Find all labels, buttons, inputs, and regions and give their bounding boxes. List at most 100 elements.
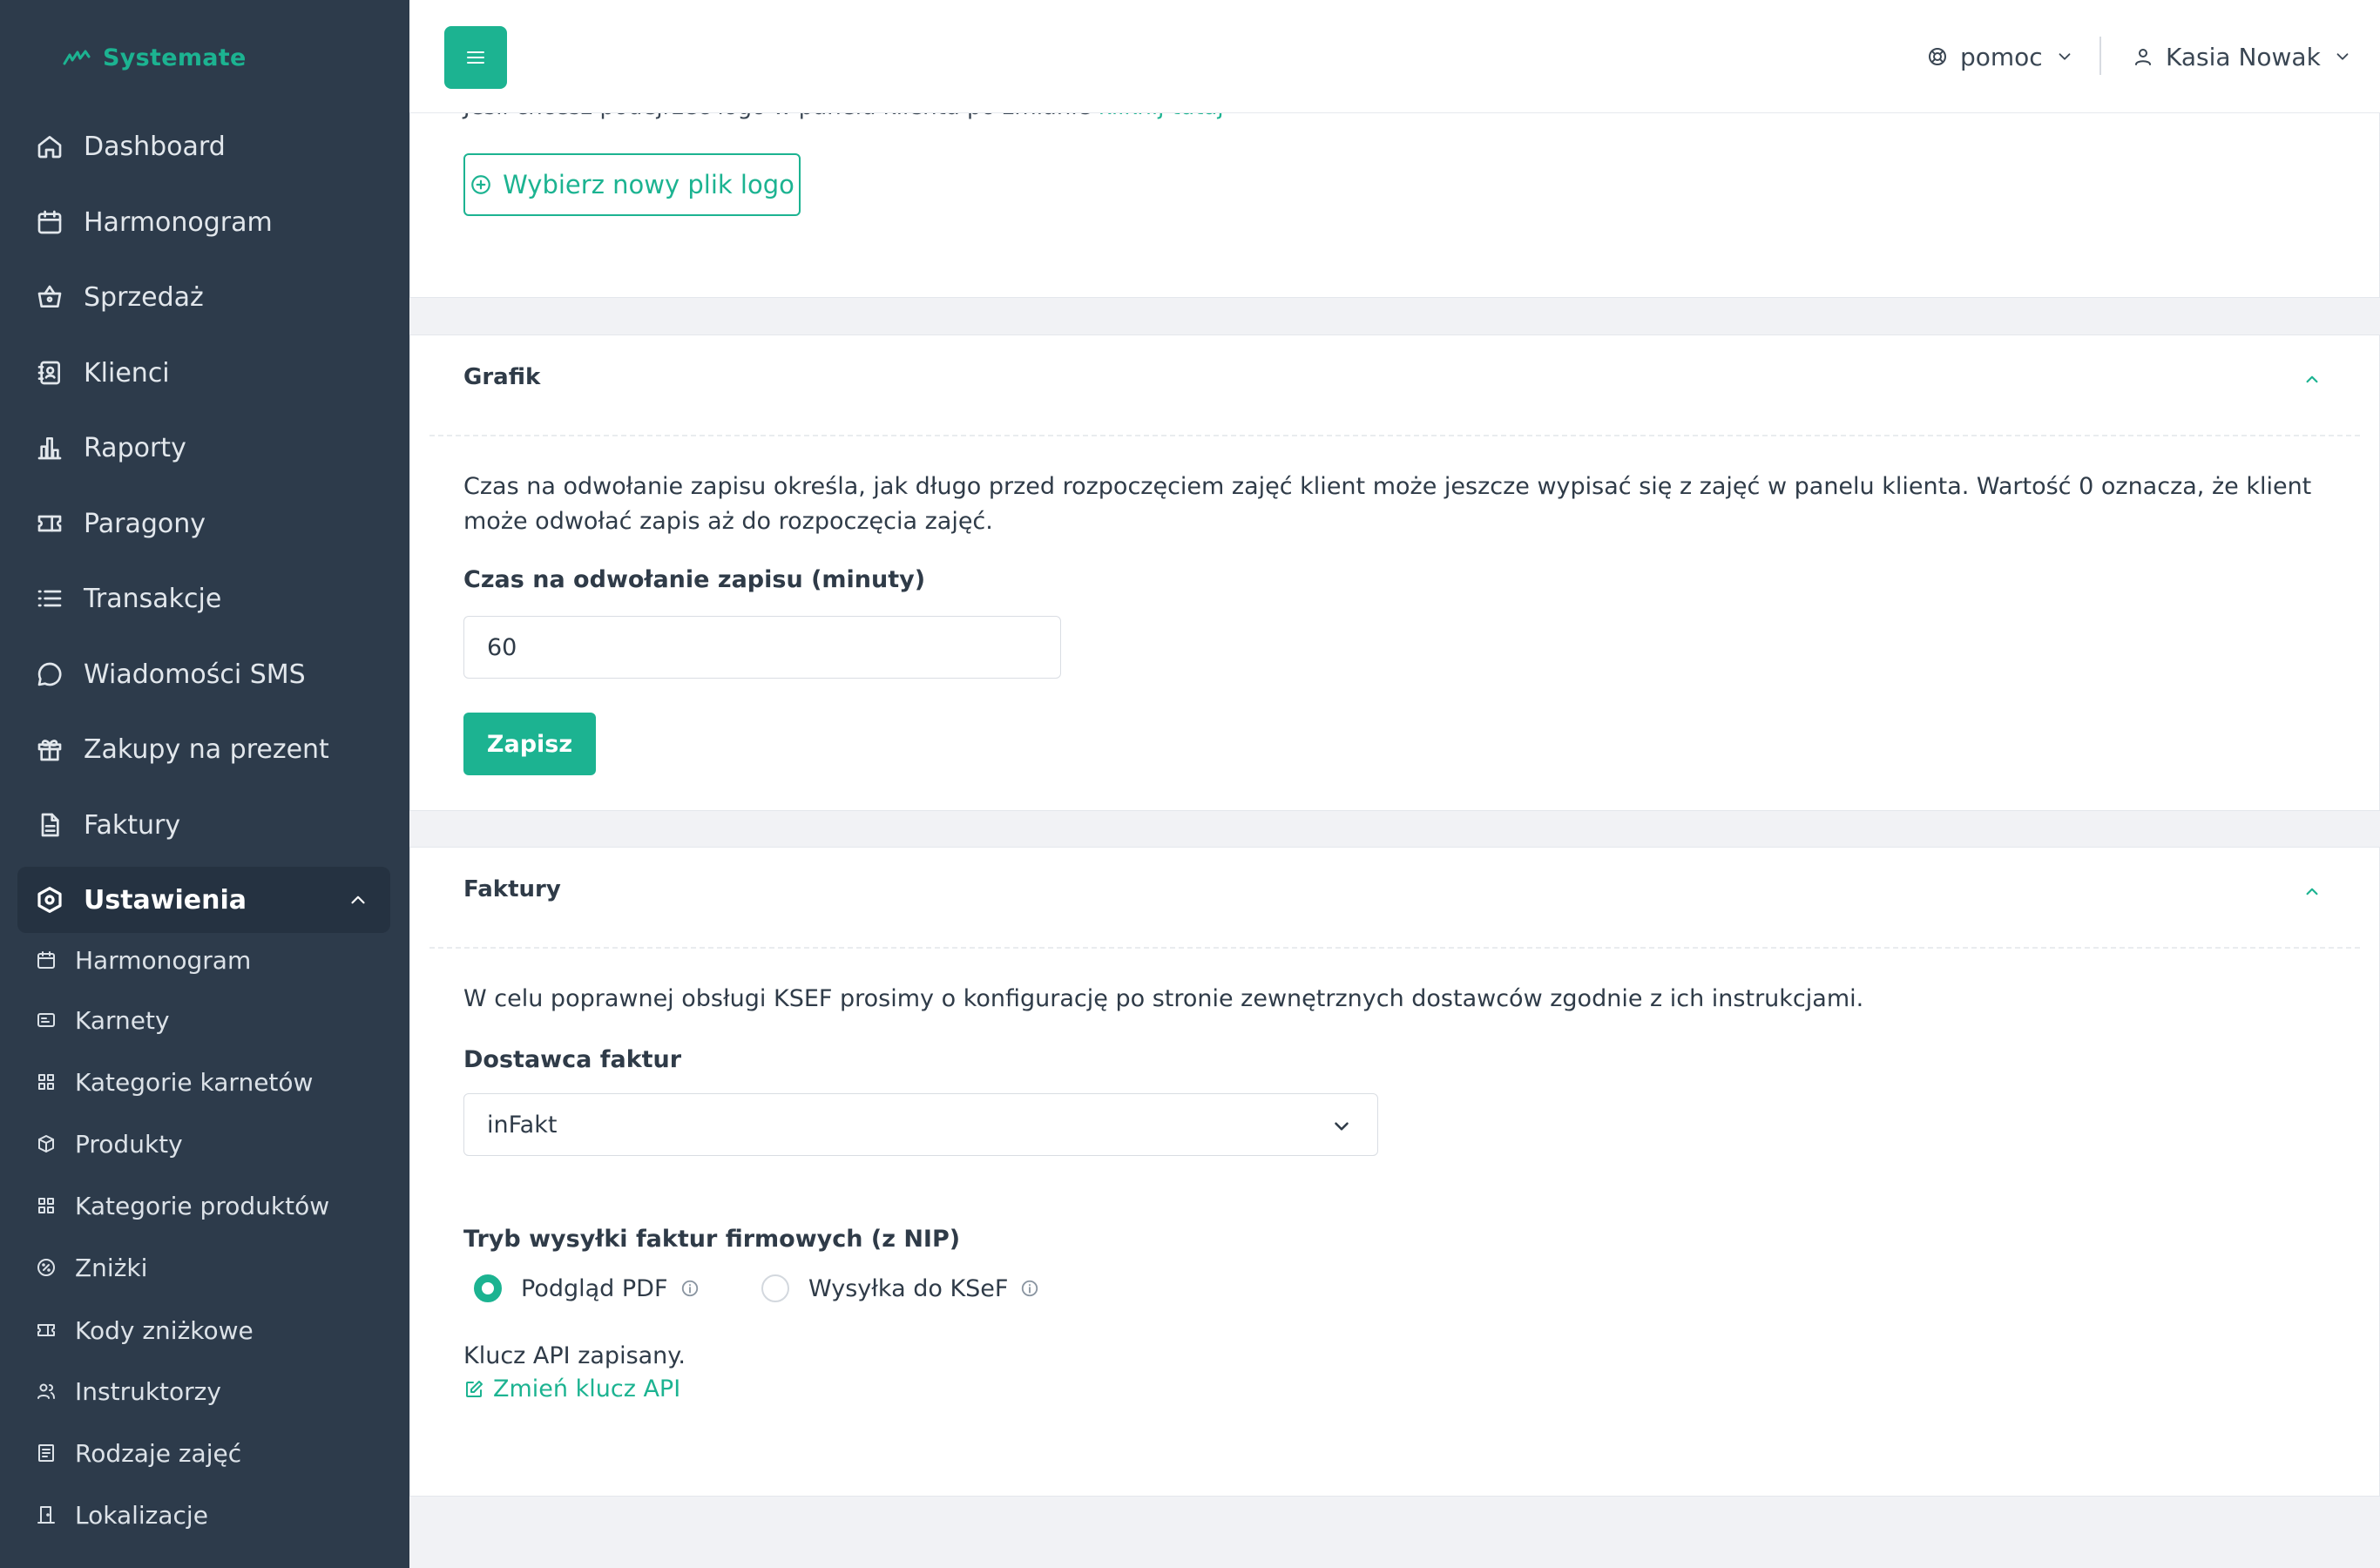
- user-icon: [2135, 49, 2151, 65]
- sidebar-item-label: Dashboard: [84, 131, 226, 162]
- chevron-down-icon: [1330, 1115, 1353, 1144]
- card-divider: [429, 435, 2360, 436]
- basket-icon: [35, 282, 64, 312]
- cancellation-time-input[interactable]: 60: [463, 616, 1061, 679]
- sidebar-item-label: Raporty: [84, 432, 186, 463]
- chevron-down-icon: [2336, 53, 2349, 60]
- sidebar-subitem-label: Produkty: [75, 1129, 183, 1159]
- provider-selected-value: inFakt: [487, 1111, 558, 1139]
- sidebar-item-klienci[interactable]: Klienci: [17, 340, 390, 406]
- sidebar-subitem-label: Kategorie karnetów: [75, 1067, 314, 1097]
- sidebar-subitem-rodzaje-zajec[interactable]: Rodzaje zajęć: [35, 1429, 392, 1477]
- send-mode-label: Tryb wysyłki faktur firmowych (z NIP): [463, 1226, 961, 1253]
- document-icon: [35, 810, 64, 840]
- grafik-card: Grafik Czas na odwołanie zapisu określa,…: [409, 335, 2380, 811]
- logo-settings-card: Jeśli chcesz podejrzeć logo w panelu kli…: [409, 113, 2380, 298]
- radio-option-pdf[interactable]: Podgląd PDF: [474, 1271, 700, 1306]
- sidebar-item-wiadomosci-sms[interactable]: Wiadomości SMS: [17, 641, 390, 707]
- sidebar-subitem-label: Lokalizacje: [75, 1500, 208, 1530]
- sidebar-item-raporty[interactable]: Raporty: [17, 415, 390, 481]
- user-name: Kasia Nowak: [2166, 42, 2321, 71]
- sidebar-subitem-produkty[interactable]: Produkty: [35, 1120, 392, 1167]
- sidebar-subitem-label: Instruktorzy: [75, 1376, 221, 1406]
- sidebar-subitem-label: Zniżki: [75, 1253, 148, 1282]
- ticket-icon: [35, 1319, 57, 1342]
- door-icon: [35, 1504, 57, 1526]
- sidebar-subitem-instruktorzy[interactable]: Instruktorzy: [35, 1368, 392, 1415]
- sidebar-subitem-karnety[interactable]: Karnety: [35, 997, 392, 1044]
- edit-icon: [466, 1380, 483, 1397]
- users-icon: [35, 1380, 57, 1402]
- sidebar: Systemate Dashboard Harmonogram Sprzedaż…: [0, 0, 409, 1568]
- contacts-icon: [35, 358, 64, 388]
- cancellation-description: Czas na odwołanie zapisu określa, jak dł…: [463, 473, 2312, 535]
- hamburger-icon: [467, 51, 484, 64]
- sidebar-item-zakupy-na-prezent[interactable]: Zakupy na prezent: [17, 716, 390, 782]
- sidebar-subitem-label: Kategorie produktów: [75, 1191, 330, 1220]
- change-api-key-link[interactable]: Zmień klucz API: [463, 1375, 680, 1402]
- sidebar-subitem-kategorie-produktow[interactable]: Kategorie produktów: [35, 1182, 392, 1229]
- plus-circle-icon: [471, 175, 490, 194]
- brand-name: Systemate: [103, 44, 247, 71]
- provider-select[interactable]: inFakt: [463, 1093, 1378, 1156]
- user-menu[interactable]: Kasia Nowak: [2133, 40, 2352, 73]
- chevron-up-icon: [347, 888, 369, 918]
- systemate-logo-icon: [63, 50, 91, 65]
- sidebar-item-harmonogram[interactable]: Harmonogram: [17, 189, 390, 255]
- grafik-card-title: Grafik: [463, 364, 541, 390]
- help-menu[interactable]: pomoc: [1927, 40, 2074, 73]
- cancellation-time-label: Czas na odwołanie zapisu (minuty): [463, 566, 926, 593]
- sidebar-subitem-lokalizacje[interactable]: Lokalizacje: [35, 1491, 392, 1538]
- chat-icon: [35, 659, 64, 689]
- list-icon: [35, 584, 64, 613]
- radio-button-unchecked[interactable]: [761, 1274, 789, 1302]
- faktury-card-title: Faktury: [463, 876, 561, 902]
- lifebuoy-icon: [1929, 48, 1946, 65]
- gift-icon: [35, 734, 64, 764]
- logo-preview-link[interactable]: kliknij tutaj: [1099, 113, 1224, 120]
- card-divider: [429, 947, 2360, 949]
- sidebar-subitem-harmonogram[interactable]: Harmonogram: [35, 936, 392, 983]
- sidebar-subitem-label: Karnety: [75, 1005, 170, 1035]
- sidebar-item-label: Zakupy na prezent: [84, 733, 329, 765]
- sidebar-subitem-label: Kody zniżkowe: [75, 1315, 254, 1345]
- menu-toggle-button[interactable]: [444, 26, 507, 89]
- radio-button-checked[interactable]: [474, 1274, 502, 1302]
- sidebar-subitem-label: Rodzaje zajęć: [75, 1438, 242, 1468]
- radio-option-label: Wysyłka do KSeF: [808, 1274, 1009, 1302]
- sidebar-item-ustawienia[interactable]: Ustawienia: [17, 867, 390, 933]
- chevron-down-icon: [2059, 53, 2071, 60]
- collapse-chevron-icon[interactable]: [2301, 368, 2323, 395]
- top-bar: pomoc Kasia Nowak: [409, 0, 2380, 113]
- sidebar-item-faktury[interactable]: Faktury: [17, 792, 390, 858]
- sidebar-subitem-label: Harmonogram: [75, 945, 252, 975]
- save-button[interactable]: Zapisz: [463, 713, 596, 775]
- choose-logo-label: Wybierz nowy plik logo: [503, 170, 794, 199]
- faktury-card: Faktury W celu poprawnej obsługi KSEF pr…: [409, 847, 2380, 1497]
- logo-preview-hint-text: Jeśli chcesz podejrzeć logo w panelu kli…: [463, 113, 1099, 120]
- info-icon[interactable]: [680, 1279, 700, 1298]
- choose-logo-button[interactable]: Wybierz nowy plik logo: [463, 153, 801, 216]
- sidebar-item-label: Faktury: [84, 809, 181, 841]
- sidebar-subitem-kody-znizkowe[interactable]: Kody zniżkowe: [35, 1307, 392, 1354]
- sidebar-subitem-znizki[interactable]: Zniżki: [35, 1244, 392, 1291]
- collapse-chevron-icon[interactable]: [2301, 881, 2323, 907]
- sidebar-item-label: Sprzedaż: [84, 281, 204, 313]
- brand-logo[interactable]: Systemate: [63, 40, 247, 75]
- pass-card-icon: [35, 1009, 57, 1031]
- cancellation-time-value: 60: [487, 633, 517, 661]
- info-icon[interactable]: [1020, 1279, 1039, 1298]
- sidebar-subitem-kategorie-karnetow[interactable]: Kategorie karnetów: [35, 1058, 392, 1105]
- grid-icon: [35, 1071, 57, 1093]
- sidebar-item-transakcje[interactable]: Transakcje: [17, 565, 390, 632]
- sidebar-item-paragony[interactable]: Paragony: [17, 490, 390, 557]
- calendar-icon: [35, 949, 57, 971]
- sidebar-item-sprzedaz[interactable]: Sprzedaż: [17, 264, 390, 330]
- radio-option-ksef[interactable]: Wysyłka do KSeF: [761, 1271, 1039, 1306]
- sidebar-item-dashboard[interactable]: Dashboard: [17, 113, 390, 179]
- provider-label: Dostawca faktur: [463, 1046, 682, 1073]
- box-icon: [35, 1132, 57, 1155]
- sidebar-item-label: Klienci: [84, 357, 170, 389]
- sidebar-item-label: Transakcje: [84, 583, 222, 614]
- sidebar-item-label: Paragony: [84, 508, 206, 539]
